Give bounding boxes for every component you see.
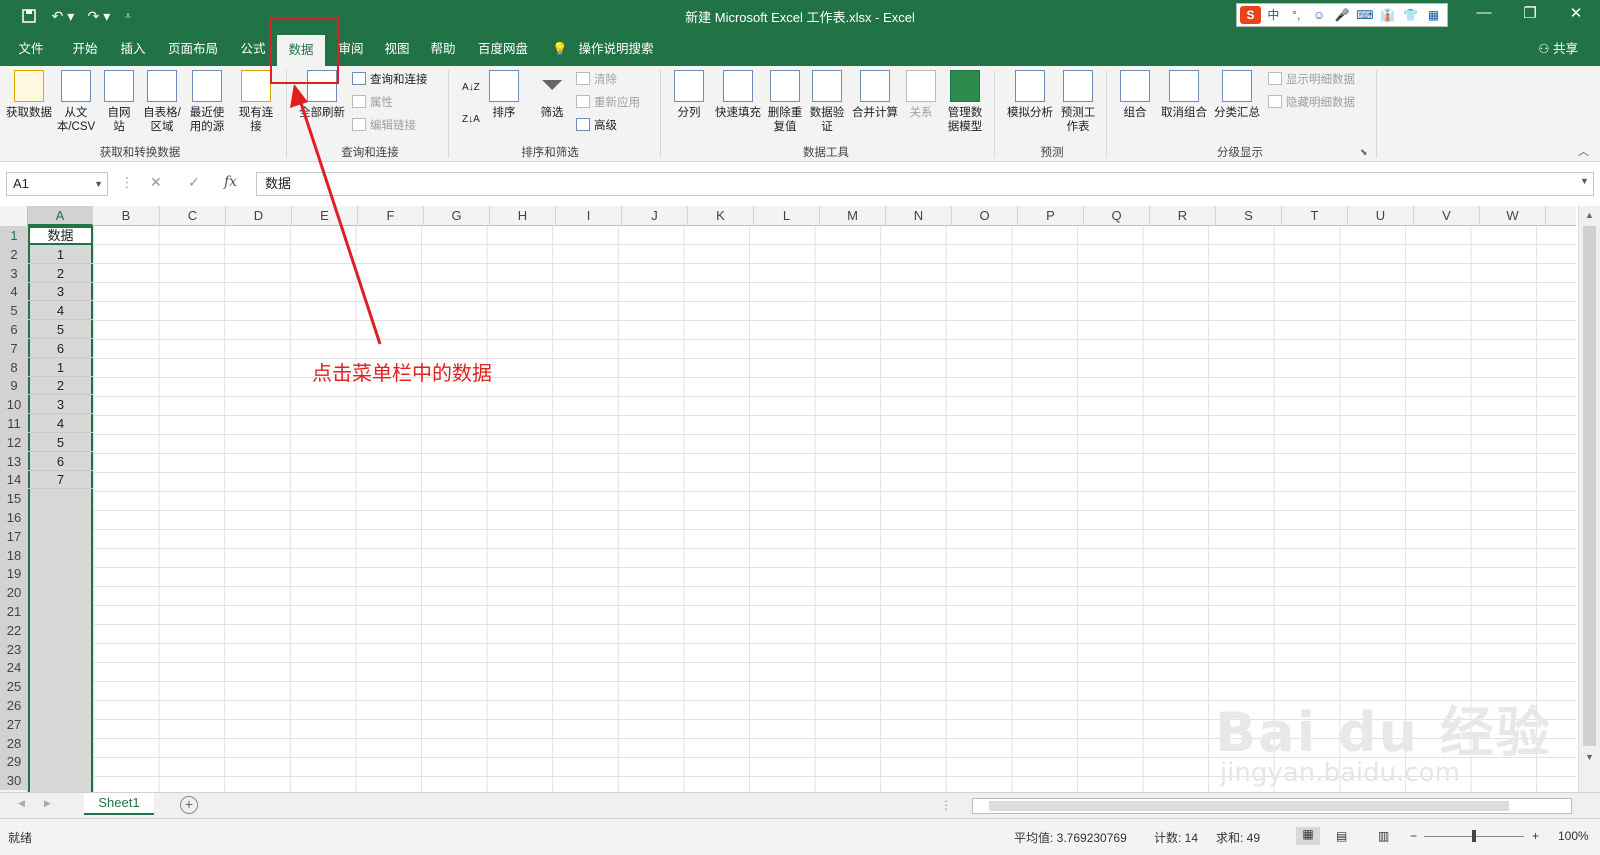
annotation-arrow (290, 84, 382, 345)
annotation-text: 点击菜单栏中的数据 (312, 361, 492, 385)
